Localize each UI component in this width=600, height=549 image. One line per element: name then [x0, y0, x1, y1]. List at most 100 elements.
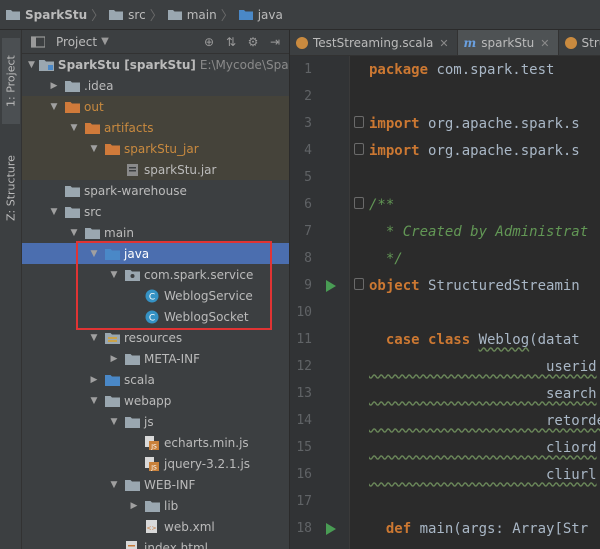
html-file-icon: [124, 540, 140, 549]
collapse-arrow-icon[interactable]: ▶: [128, 500, 140, 512]
tree-item[interactable]: ▼ WEB-INF: [22, 474, 289, 495]
code-token: main(args: Array[Str: [419, 520, 589, 537]
close-tab-icon[interactable]: ✕: [540, 37, 549, 50]
breadcrumb-item[interactable]: src: [109, 0, 146, 30]
breadcrumb-item[interactable]: main: [167, 0, 217, 30]
tree-item[interactable]: sparkStu.jar: [22, 159, 289, 180]
tree-item[interactable]: ▼ java: [22, 243, 289, 264]
editor-tab[interactable]: m sparkStu ✕: [457, 30, 559, 55]
collapse-arrow-icon[interactable]: ▶: [108, 353, 120, 365]
tree-item-label: lib: [164, 498, 179, 513]
code-token: Weblog: [478, 331, 530, 348]
hide-icon[interactable]: ⇥: [267, 34, 283, 50]
project-tool-tab[interactable]: 1: Project: [2, 38, 20, 124]
collapse-icon[interactable]: ⇅: [223, 34, 239, 50]
tree-item[interactable]: JS jquery-3.2.1.js: [22, 453, 289, 474]
code-token: import: [369, 115, 429, 132]
tree-item[interactable]: ▼ artifacts: [22, 117, 289, 138]
breadcrumb-item[interactable]: SparkStu: [6, 0, 87, 30]
tree-item-label: sparkStu_jar: [124, 141, 199, 156]
editor-tab[interactable]: Stru: [559, 30, 600, 55]
close-tab-icon[interactable]: ✕: [439, 37, 448, 50]
excluded-folder-icon: [104, 142, 120, 156]
code-line: object StructuredStreamin: [369, 272, 580, 299]
line-number: 18: [296, 521, 312, 536]
view-selector-chevron-icon[interactable]: ▼: [101, 36, 109, 47]
tree-item[interactable]: C WeblogService: [22, 285, 289, 306]
code-token: org.apache.spark.s: [428, 115, 580, 132]
svg-text:JS: JS: [150, 443, 157, 450]
tree-item-label: artifacts: [104, 120, 154, 135]
fold-marker-icon[interactable]: [354, 143, 364, 155]
tree-item-label: webapp: [124, 393, 172, 408]
code-token: package: [369, 61, 437, 78]
tree-item[interactable]: ▼ webapp: [22, 390, 289, 411]
fold-marker-icon[interactable]: [354, 116, 364, 128]
code-line: cliord: [369, 434, 597, 461]
expand-arrow-icon[interactable]: ▼: [108, 479, 120, 491]
breadcrumb-item[interactable]: java: [238, 0, 283, 30]
line-number: 14: [296, 413, 312, 428]
expand-arrow-icon[interactable]: ▼: [68, 122, 80, 134]
tree-item[interactable]: spark-warehouse: [22, 180, 289, 201]
expand-arrow-icon[interactable]: ▼: [88, 332, 100, 344]
tree-item-label: spark-warehouse: [84, 183, 187, 198]
expand-arrow-icon[interactable]: ▼: [88, 248, 100, 260]
expand-arrow-icon[interactable]: ▼: [68, 227, 80, 239]
run-icon[interactable]: [326, 523, 336, 535]
folder-icon: [6, 9, 20, 20]
tree-item[interactable]: ▶ scala: [22, 369, 289, 390]
code-token: com.spark.test: [436, 61, 555, 78]
fold-marker-icon[interactable]: [354, 278, 364, 290]
code-line: retorde: [369, 407, 600, 434]
tree-item[interactable]: ▼ main: [22, 222, 289, 243]
editor-tab[interactable]: TestStreaming.scala ✕: [290, 30, 458, 55]
tree-item[interactable]: ▶ .idea: [22, 75, 289, 96]
target-icon[interactable]: ⊕: [201, 34, 217, 50]
project-panel-title[interactable]: Project: [56, 35, 97, 49]
tree-item-label: jquery-3.2.1.js: [164, 456, 251, 471]
tree-item[interactable]: ▶ lib: [22, 495, 289, 516]
tree-item[interactable]: ▼ js: [22, 411, 289, 432]
xml-file-icon: <>: [144, 519, 160, 534]
expand-arrow-icon[interactable]: ▼: [88, 395, 100, 407]
line-number: 3: [304, 116, 312, 131]
expand-arrow-icon[interactable]: ▼: [108, 416, 120, 428]
folder-icon: [238, 9, 253, 20]
run-icon[interactable]: [326, 280, 336, 292]
collapse-arrow-icon[interactable]: ▶: [48, 80, 60, 92]
expand-arrow-icon[interactable]: ▼: [88, 143, 100, 155]
code-area[interactable]: package com.spark.test import org.apache.…: [350, 56, 600, 549]
line-number: 17: [296, 494, 312, 509]
tree-item[interactable]: C WeblogSocket: [22, 306, 289, 327]
tree-item[interactable]: ▼ com.spark.service: [22, 264, 289, 285]
tree-item[interactable]: JS echarts.min.js: [22, 432, 289, 453]
tree-item[interactable]: ▶ META-INF: [22, 348, 289, 369]
expand-arrow-icon[interactable]: ▼: [108, 269, 120, 281]
folder-icon: [124, 415, 140, 429]
expand-arrow-icon[interactable]: ▼: [48, 206, 60, 218]
tree-item[interactable]: index.html: [22, 537, 289, 549]
project-panel-header: Project ▼ ⊕ ⇅ ⚙ ⇥: [22, 30, 289, 54]
tree-item[interactable]: ▼ src: [22, 201, 289, 222]
structure-tool-tab[interactable]: Z: Structure: [2, 142, 20, 234]
code-token: /**: [369, 196, 395, 213]
expand-arrow-icon[interactable]: ▼: [48, 101, 60, 113]
tree-item[interactable]: <> web.xml: [22, 516, 289, 537]
tree-item-label: main: [104, 225, 134, 240]
tree-item-label: index.html: [144, 540, 208, 549]
tree-item[interactable]: ▼ resources: [22, 327, 289, 348]
project-view-icon: [30, 35, 46, 49]
tree-item-label: SparkStu [sparkStu]: [57, 57, 196, 72]
collapse-arrow-icon[interactable]: ▶: [88, 374, 100, 386]
scala-file-icon: [296, 37, 308, 49]
fold-marker-icon[interactable]: [354, 197, 364, 209]
tree-item[interactable]: ▼ SparkStu [sparkStu]E:\Mycode\Spark: [22, 54, 289, 75]
tree-item[interactable]: ▼ sparkStu_jar: [22, 138, 289, 159]
tree-item[interactable]: ▼ out: [22, 96, 289, 117]
code-token: case class: [369, 331, 479, 348]
settings-icon[interactable]: ⚙: [245, 34, 261, 50]
expand-arrow-icon[interactable]: ▼: [28, 59, 35, 71]
